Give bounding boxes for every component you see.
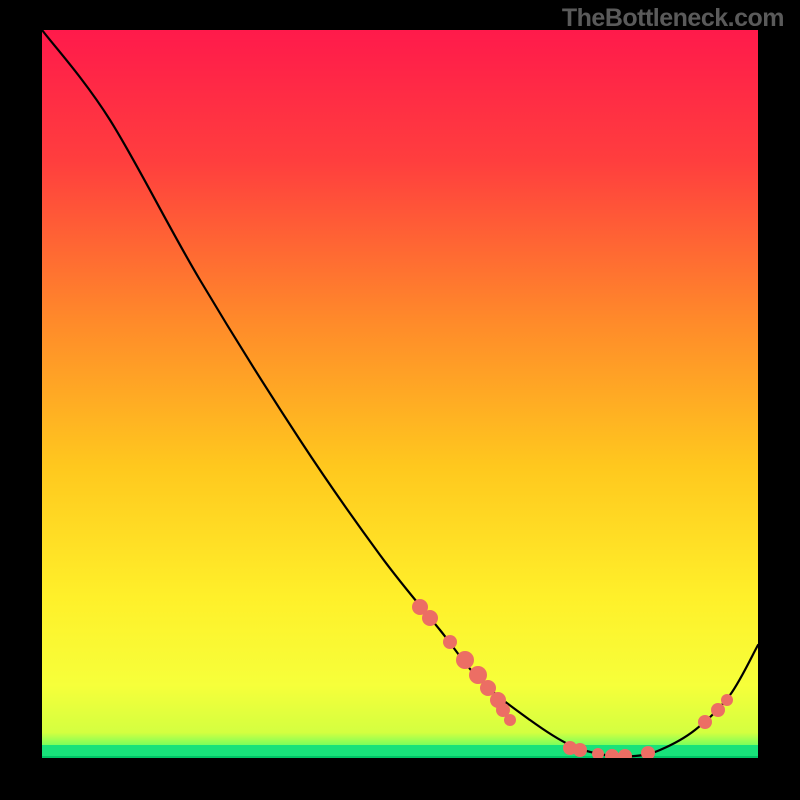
data-marker [721, 694, 733, 706]
plot-background [42, 30, 758, 758]
data-marker [641, 746, 655, 760]
watermark-text: TheBottleneck.com [562, 4, 784, 33]
data-marker [698, 715, 712, 729]
data-marker [711, 703, 725, 717]
chart-container: TheBottleneck.com [0, 0, 800, 800]
data-marker [456, 651, 474, 669]
bottleneck-chart [0, 0, 800, 800]
data-marker [573, 743, 587, 757]
data-marker [605, 749, 619, 763]
data-marker [443, 635, 457, 649]
data-marker [618, 749, 632, 763]
data-marker [422, 610, 438, 626]
data-marker [592, 748, 604, 760]
data-marker [504, 714, 516, 726]
